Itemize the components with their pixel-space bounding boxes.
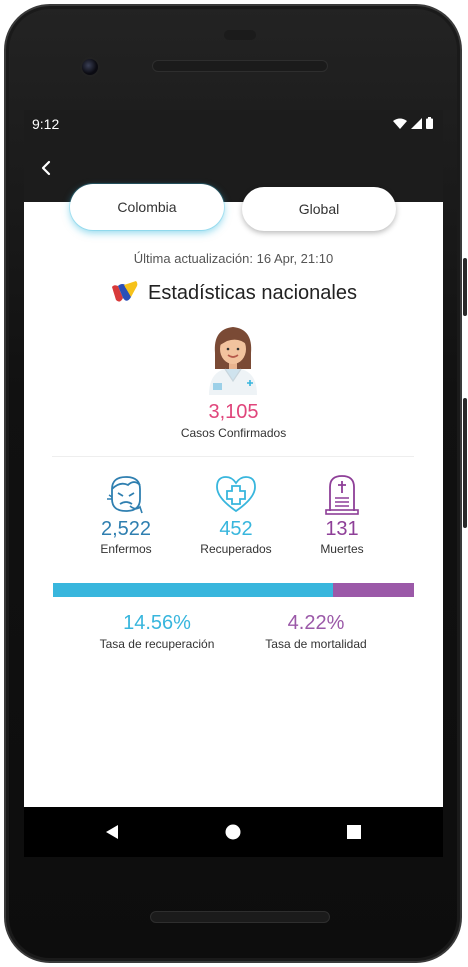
recovery-rate-value: 14.56%	[123, 612, 191, 634]
deaths-count: 131	[325, 518, 359, 540]
confirmed-label: Casos Confirmados	[180, 426, 287, 440]
nav-recents-button[interactable]	[344, 822, 364, 842]
nav-recents-icon	[347, 825, 361, 839]
nav-home-icon	[225, 824, 241, 840]
earpiece	[224, 30, 256, 40]
tab-global[interactable]: Global	[242, 187, 396, 231]
front-camera	[80, 57, 100, 77]
app-screen: 9:12 Colombia Global Última actualizació…	[24, 110, 443, 857]
section-title: Estadísticas nacionales	[147, 281, 357, 304]
tombstone-icon	[325, 475, 359, 515]
tab-global-label: Global	[298, 201, 340, 217]
nav-back-button[interactable]	[102, 822, 122, 842]
mortality-rate: 4.22% Tasa de mortalidad	[226, 612, 406, 651]
mortality-rate-label: Tasa de mortalidad	[265, 637, 367, 651]
stat-deaths: 131 Muertes	[282, 472, 402, 556]
battery-icon	[426, 117, 433, 129]
sick-count: 2,522	[100, 518, 152, 540]
recovery-progress-fill	[53, 583, 334, 597]
nav-back-icon	[106, 825, 118, 839]
colombia-flag-icon	[111, 281, 138, 302]
confirmed-count: 3,105	[208, 401, 259, 423]
deaths-label: Muertes	[320, 542, 364, 556]
wifi-icon	[393, 118, 407, 129]
recovery-rate: 14.56% Tasa de recuperación	[67, 612, 247, 651]
signal-icon	[411, 117, 422, 129]
status-bar: 9:12	[24, 110, 443, 136]
last-update: Última actualización: 16 Apr, 21:10	[133, 251, 334, 266]
volume-button	[463, 258, 467, 316]
divider	[52, 456, 414, 457]
section-header: Estadísticas nacionales	[24, 280, 443, 306]
sick-face-icon	[107, 476, 143, 514]
system-nav-bar	[24, 807, 443, 857]
bottom-speaker	[150, 911, 330, 923]
status-icons	[393, 117, 433, 129]
top-speaker	[152, 60, 328, 72]
nav-home-button[interactable]	[223, 822, 243, 842]
mortality-rate-value: 4.22%	[287, 612, 345, 634]
sick-label: Enfermos	[100, 542, 152, 556]
doctor-icon	[209, 327, 257, 395]
back-button[interactable]	[34, 156, 58, 180]
recovered-label: Recuperados	[200, 542, 272, 556]
heart-cross-icon	[216, 476, 256, 513]
recovery-progress-bar	[53, 583, 414, 597]
power-button	[463, 398, 467, 528]
tab-colombia-label: Colombia	[117, 199, 177, 215]
recovered-count: 452	[219, 518, 253, 540]
tab-colombia[interactable]: Colombia	[70, 184, 224, 230]
recovery-rate-label: Tasa de recuperación	[99, 637, 215, 651]
stat-recovered: 452 Recuperados	[176, 472, 296, 556]
back-arrow-icon	[41, 160, 51, 176]
stat-sick: 2,522 Enfermos	[66, 472, 186, 556]
status-time: 9:12	[32, 116, 60, 132]
